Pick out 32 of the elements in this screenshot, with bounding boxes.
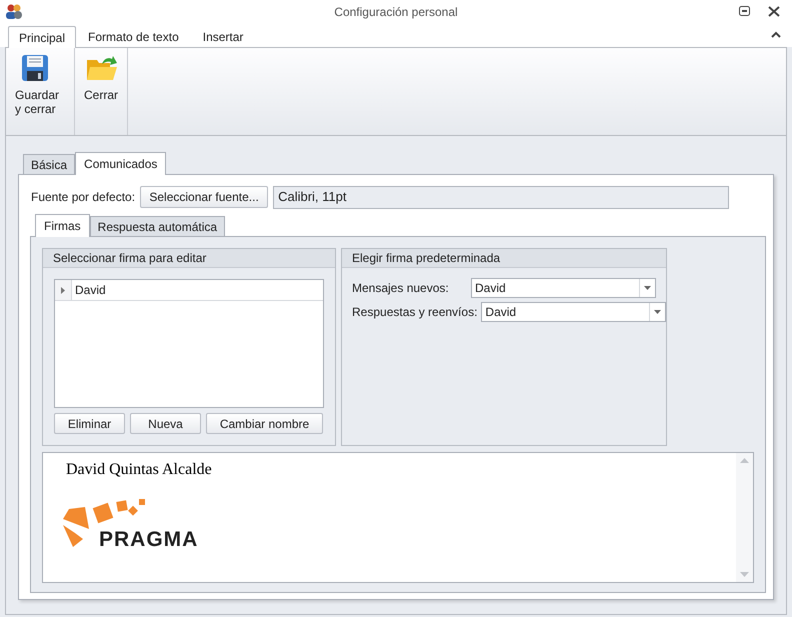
app-icon xyxy=(5,3,23,20)
tab[interactable]: Firmas xyxy=(35,214,90,237)
restore-icon[interactable] xyxy=(739,6,750,16)
company-logo: PRAGMA xyxy=(61,495,221,555)
select-font-button[interactable]: Seleccionar fuente... xyxy=(140,186,268,208)
tab[interactable]: Comunicados xyxy=(75,152,166,175)
field-label: Mensajes nuevos: xyxy=(352,280,449,297)
ribbon-tab[interactable]: Principal xyxy=(8,26,76,48)
tab[interactable]: Respuesta automática xyxy=(90,216,226,236)
field-label: Respuestas y reenvíos: xyxy=(352,304,478,321)
signature-name: David Quintas Alcalde xyxy=(66,460,212,480)
group-title: Seleccionar firma para editar xyxy=(43,249,335,268)
close-icon[interactable] xyxy=(768,6,780,17)
window-title: Configuración personal xyxy=(334,4,458,21)
folder-arrow-icon xyxy=(86,54,118,82)
dropdown-arrow-icon xyxy=(654,310,662,314)
ribbon-tab[interactable]: Formato de texto xyxy=(76,26,191,47)
collapse-ribbon-icon[interactable] xyxy=(771,31,781,38)
list-item[interactable]: David xyxy=(72,280,109,300)
signature-dropdown[interactable]: David xyxy=(481,302,666,322)
font-field: Calibri, 11pt xyxy=(273,186,730,208)
close-button[interactable]: Cerrar xyxy=(79,48,124,135)
save-close-button[interactable]: Guardar y cerrar xyxy=(10,48,70,135)
dropdown-arrow-icon xyxy=(644,286,651,290)
action-button[interactable]: Nueva xyxy=(130,413,201,434)
action-button[interactable]: Cambiar nombre xyxy=(206,413,323,434)
field-label: Fuente por defecto: xyxy=(30,189,136,206)
action-button[interactable]: Eliminar xyxy=(54,413,125,434)
ribbon-tab[interactable]: Insertar xyxy=(190,26,256,47)
tab[interactable]: Básica xyxy=(23,154,76,174)
signature-dropdown[interactable]: David xyxy=(471,278,656,298)
group-title: Elegir firma predeterminada xyxy=(342,249,666,268)
